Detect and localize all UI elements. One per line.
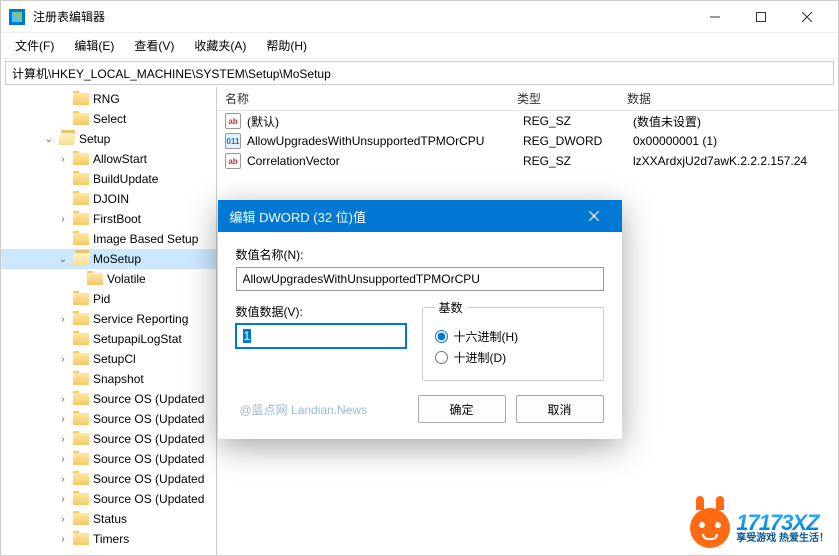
edit-dword-dialog: 编辑 DWORD (32 位)值 数值名称(N): 数值数据(V): 1 基数 <box>218 200 622 439</box>
radio-dec[interactable] <box>435 351 448 364</box>
radio-hex[interactable] <box>435 330 448 343</box>
data-label: 数值数据(V): <box>236 303 406 320</box>
close-icon <box>589 211 599 221</box>
base-legend: 基数 <box>435 299 467 316</box>
radio-hex-row[interactable]: 十六进制(H) <box>435 328 591 345</box>
dialog-close-button[interactable] <box>578 200 610 232</box>
dialog-footer: @蓝点网 Landian.News 确定 取消 <box>218 395 622 439</box>
name-label: 数值名称(N): <box>236 246 604 263</box>
dialog-titlebar: 编辑 DWORD (32 位)值 <box>218 200 622 232</box>
logo-mascot-icon <box>690 508 730 548</box>
ok-button[interactable]: 确定 <box>418 395 506 423</box>
logo-text-sub: 享受游戏 热爱生活！ <box>736 534 829 544</box>
dialog-title: 编辑 DWORD (32 位)值 <box>230 207 367 226</box>
logo-text-main: 17173XZ <box>736 512 829 534</box>
base-fieldset: 基数 十六进制(H) 十进制(D) <box>422 299 604 381</box>
radio-dec-label: 十进制(D) <box>454 349 507 366</box>
dialog-body: 数值名称(N): 数值数据(V): 1 基数 十六进制(H) <box>218 232 622 395</box>
data-input[interactable]: 1 <box>236 324 406 348</box>
site-logo: 17173XZ 享受游戏 热爱生活！ <box>690 508 829 548</box>
name-input[interactable] <box>236 267 604 291</box>
cancel-button[interactable]: 取消 <box>516 395 604 423</box>
watermark: @蓝点网 Landian.News <box>240 401 368 418</box>
radio-dec-row[interactable]: 十进制(D) <box>435 349 591 366</box>
data-value-selected: 1 <box>243 329 252 343</box>
radio-hex-label: 十六进制(H) <box>454 328 519 345</box>
modal-overlay: 编辑 DWORD (32 位)值 数值名称(N): 数值数据(V): 1 基数 <box>0 0 839 556</box>
